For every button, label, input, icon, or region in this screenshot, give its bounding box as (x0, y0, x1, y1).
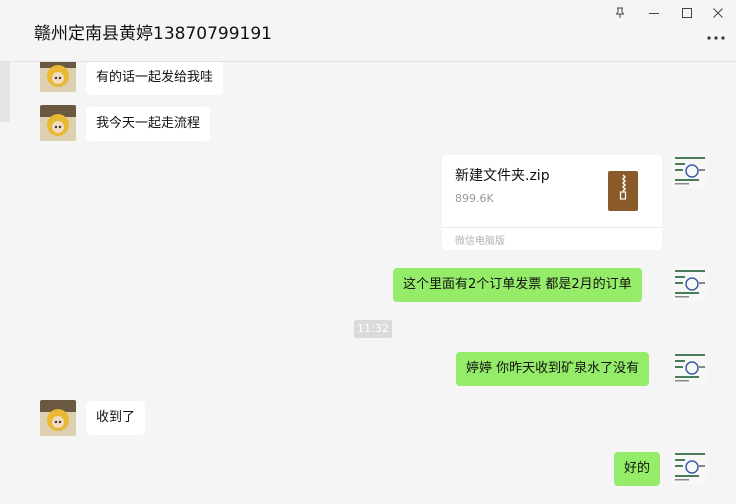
message-bubble[interactable]: 我今天一起走流程 (86, 107, 211, 141)
file-message-card[interactable]: 新建文件夹.zip 899.6K 微信电脑版 (442, 155, 662, 250)
message-bubble[interactable]: 有的话一起发给我哇 (86, 62, 224, 95)
file-size: 899.6K (455, 192, 494, 205)
message-bubble[interactable]: 这个里面有2个订单发票 都是2月的订单 (393, 268, 642, 302)
title-bar: 赣州定南县黄婷13870799191 (0, 0, 736, 62)
avatar[interactable] (673, 450, 709, 486)
more-icon[interactable] (704, 28, 728, 48)
message-bubble[interactable]: 好的 (614, 452, 661, 486)
file-source: 微信电脑版 (442, 227, 662, 251)
pin-icon[interactable] (606, 2, 634, 24)
maximize-icon[interactable] (673, 2, 701, 24)
avatar[interactable] (40, 105, 76, 141)
time-badge: 11:32 (354, 320, 392, 338)
avatar[interactable] (673, 267, 709, 303)
avatar[interactable] (673, 351, 709, 387)
close-icon[interactable] (704, 2, 732, 24)
chat-title: 赣州定南县黄婷13870799191 (34, 24, 272, 44)
chat-area[interactable]: 有的话一起发给我哇 我今天一起走流程 新建文件夹.zip 899.6K 微信电脑… (0, 62, 736, 504)
message-bubble[interactable]: 收到了 (86, 401, 146, 435)
avatar[interactable] (40, 400, 76, 436)
avatar[interactable] (673, 154, 709, 190)
minimize-icon[interactable] (640, 2, 668, 24)
zip-file-icon (608, 171, 638, 211)
message-bubble[interactable]: 婷婷 你昨天收到矿泉水了没有 (456, 352, 650, 386)
scroll-strip (0, 62, 10, 122)
avatar[interactable] (40, 62, 76, 92)
file-name: 新建文件夹.zip (455, 168, 550, 184)
